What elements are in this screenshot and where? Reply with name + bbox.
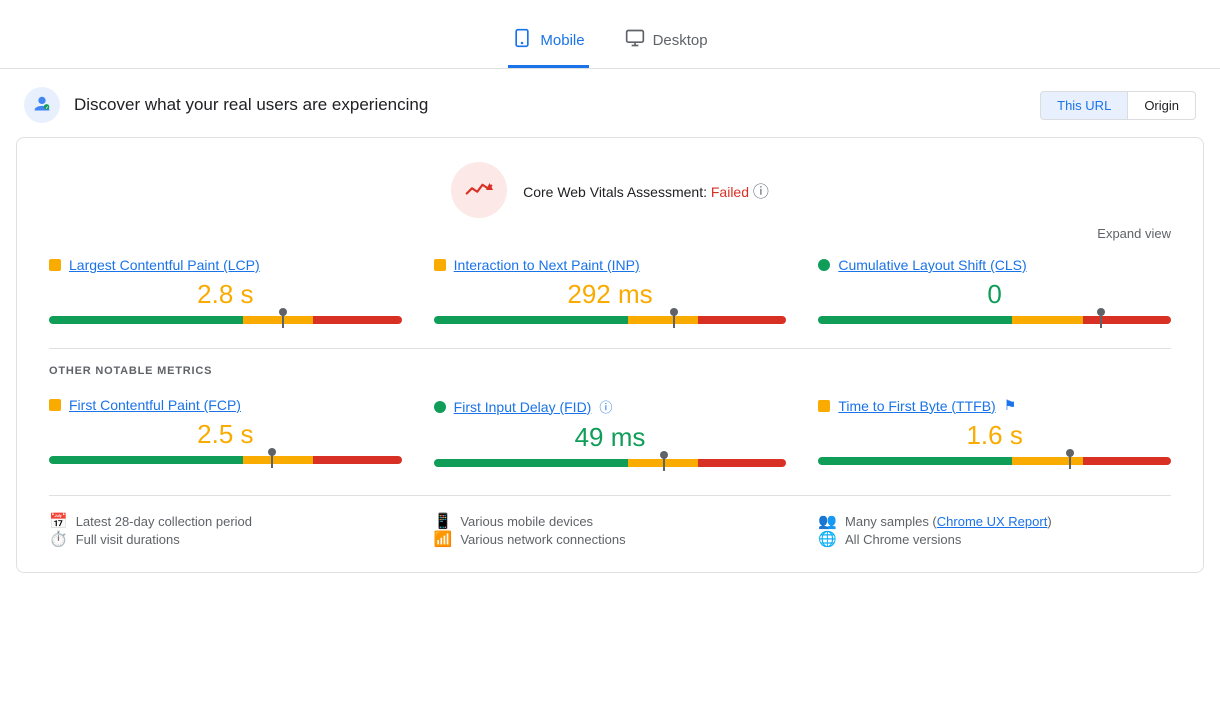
header-row: ✓ Discover what your real users are expe… <box>0 69 1220 137</box>
tab-desktop-label: Desktop <box>653 32 708 49</box>
header-left: ✓ Discover what your real users are expe… <box>24 87 428 123</box>
tab-mobile[interactable]: Mobile <box>508 16 588 68</box>
flag-icon: ⚑ <box>1004 397 1017 414</box>
help-icon[interactable]: ⓘ <box>753 184 769 201</box>
fid-marker <box>663 455 665 471</box>
this-url-button[interactable]: This URL <box>1040 91 1128 120</box>
footer-text: Many samples (Chrome UX Report) <box>845 514 1052 529</box>
lcp-marker <box>282 312 284 328</box>
fid-value: 49 ms <box>434 422 787 453</box>
fcp-value: 2.5 s <box>49 419 402 450</box>
fcp-dot <box>49 399 61 411</box>
assessment-status: Failed <box>711 184 749 200</box>
fcp-bar <box>49 456 402 464</box>
fid-name[interactable]: First Input Delay (FID) <box>454 399 592 415</box>
footer-item: ⏱️ Full visit durations <box>49 530 402 548</box>
metric-lcp: Largest Contentful Paint (LCP) 2.8 s <box>49 257 402 324</box>
footer-col-1: 📅 Latest 28-day collection period ⏱️ Full v… <box>49 512 402 548</box>
inp-value: 292 ms <box>434 279 787 310</box>
desktop-icon <box>625 28 645 53</box>
inp-marker <box>673 312 675 328</box>
expand-view[interactable]: Expand view <box>49 226 1171 241</box>
footer-item: 🌐 All Chrome versions <box>818 530 1171 548</box>
fid-bar <box>434 459 787 467</box>
cls-value: 0 <box>818 279 1171 310</box>
footer-text: All Chrome versions <box>845 532 961 547</box>
tab-mobile-label: Mobile <box>540 32 584 49</box>
footer-text: Full visit durations <box>76 532 180 547</box>
cls-name[interactable]: Cumulative Layout Shift (CLS) <box>838 257 1026 273</box>
footer-item: 👥 Many samples (Chrome UX Report) <box>818 512 1171 530</box>
cls-dot <box>818 259 830 271</box>
svg-text:✓: ✓ <box>45 105 49 110</box>
metric-fid: First Input Delay (FID) ⓘ 49 ms <box>434 397 787 467</box>
footer-icon: 📱 <box>434 512 453 530</box>
footer-icon: 📶 <box>434 530 453 548</box>
tab-bar: Mobile Desktop <box>0 0 1220 69</box>
lcp-bar <box>49 316 402 324</box>
main-card: Core Web Vitals Assessment: Failed ⓘ Exp… <box>16 137 1204 573</box>
core-metrics-grid: Largest Contentful Paint (LCP) 2.8 s Int… <box>49 257 1171 324</box>
ttfb-name[interactable]: Time to First Byte (TTFB) <box>838 398 995 414</box>
footer-col-2: 📱 Various mobile devices 📶 Various network … <box>434 512 787 548</box>
info-icon[interactable]: ⓘ <box>599 397 612 416</box>
footer-text: Various network connections <box>460 532 625 547</box>
other-metrics-label: OTHER NOTABLE METRICS <box>49 365 1171 377</box>
assessment-title: Core Web Vitals Assessment: <box>523 184 707 200</box>
footer-item: 📶 Various network connections <box>434 530 787 548</box>
footer-item: 📱 Various mobile devices <box>434 512 787 530</box>
section-divider <box>49 348 1171 349</box>
cls-marker <box>1100 312 1102 328</box>
metric-ttfb: Time to First Byte (TTFB) ⚑ 1.6 s <box>818 397 1171 467</box>
fid-dot <box>434 401 446 413</box>
assessment-icon <box>451 162 507 218</box>
inp-name[interactable]: Interaction to Next Paint (INP) <box>454 257 640 273</box>
chrome-ux-report-link[interactable]: Chrome UX Report <box>937 514 1048 529</box>
fcp-name[interactable]: First Contentful Paint (FCP) <box>69 397 241 413</box>
ttfb-dot <box>818 400 830 412</box>
tab-desktop[interactable]: Desktop <box>621 16 712 68</box>
ttfb-marker <box>1069 453 1071 469</box>
page-title: Discover what your real users are experi… <box>74 95 428 115</box>
footer-col-3: 👥 Many samples (Chrome UX Report) 🌐 All Chr… <box>818 512 1171 548</box>
lcp-dot <box>49 259 61 271</box>
fcp-marker <box>271 452 273 468</box>
metric-cls: Cumulative Layout Shift (CLS) 0 <box>818 257 1171 324</box>
ttfb-bar <box>818 457 1171 465</box>
footer-icon: 📅 <box>49 512 68 530</box>
mobile-icon <box>512 28 532 53</box>
lcp-name[interactable]: Largest Contentful Paint (LCP) <box>69 257 260 273</box>
lcp-value: 2.8 s <box>49 279 402 310</box>
url-toggle: This URL Origin <box>1040 91 1196 120</box>
inp-bar <box>434 316 787 324</box>
footer-info: 📅 Latest 28-day collection period ⏱️ Full v… <box>49 495 1171 548</box>
footer-icon: ⏱️ <box>49 530 68 548</box>
origin-button[interactable]: Origin <box>1128 91 1196 120</box>
cls-bar <box>818 316 1171 324</box>
inp-dot <box>434 259 446 271</box>
other-metrics-grid: First Contentful Paint (FCP) 2.5 s First… <box>49 397 1171 467</box>
avatar: ✓ <box>24 87 60 123</box>
footer-text: Latest 28-day collection period <box>76 514 252 529</box>
footer-icon: 🌐 <box>818 530 837 548</box>
assessment-header: Core Web Vitals Assessment: Failed ⓘ <box>49 162 1171 218</box>
footer-icon: 👥 <box>818 512 837 530</box>
ttfb-value: 1.6 s <box>818 420 1171 451</box>
footer-text: Various mobile devices <box>460 514 593 529</box>
metric-fcp: First Contentful Paint (FCP) 2.5 s <box>49 397 402 467</box>
assessment-text: Core Web Vitals Assessment: Failed ⓘ <box>523 178 769 202</box>
footer-item: 📅 Latest 28-day collection period <box>49 512 402 530</box>
metric-inp: Interaction to Next Paint (INP) 292 ms <box>434 257 787 324</box>
